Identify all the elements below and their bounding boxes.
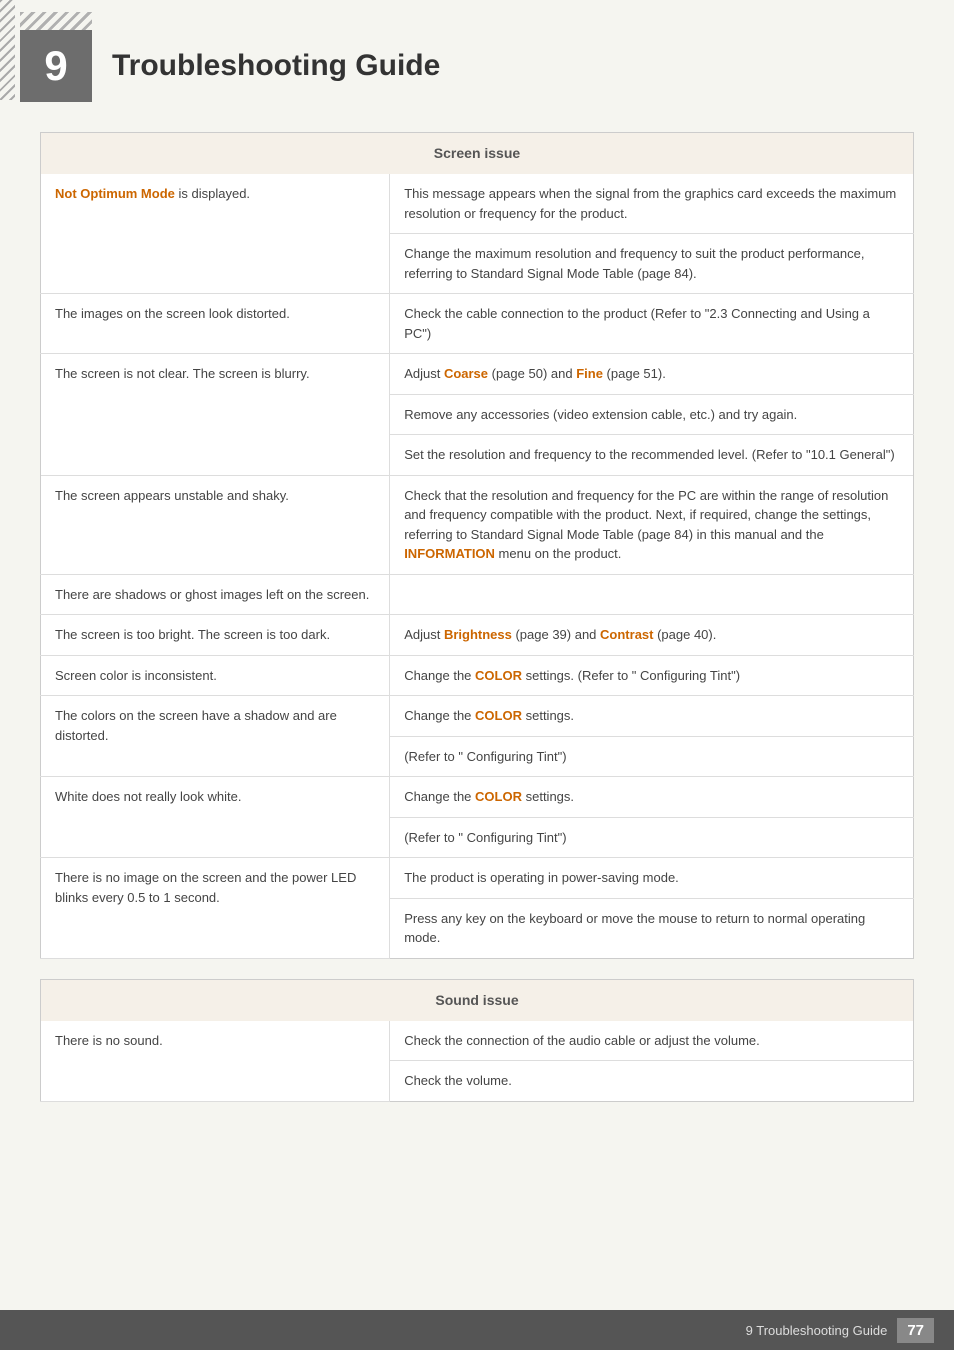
solution-text: Change the maximum resolution and freque…	[404, 246, 864, 281]
problem-cell: There is no image on the screen and the …	[41, 858, 390, 959]
problem-cell: The screen is not clear. The screen is b…	[41, 354, 390, 476]
problem-cell: The screen appears unstable and shaky.	[41, 475, 390, 574]
problem-cell: Not Optimum Mode is displayed.	[41, 174, 390, 294]
table-row: The colors on the screen have a shadow a…	[41, 696, 914, 737]
highlight-information: INFORMATION	[404, 546, 495, 561]
solution-cell	[390, 574, 914, 615]
footer-label: 9 Troubleshooting Guide	[746, 1323, 888, 1338]
highlight-not-optimum: Not Optimum Mode	[55, 186, 175, 201]
solution-cell: Adjust Coarse (page 50) and Fine (page 5…	[390, 354, 914, 395]
solution-cell: Check the volume.	[390, 1061, 914, 1102]
page-header: 9 Troubleshooting Guide	[0, 0, 954, 122]
problem-cell: There is no sound.	[41, 1021, 390, 1102]
problem-text: White does not really look white.	[55, 789, 241, 804]
problem-text: Screen color is inconsistent.	[55, 668, 217, 683]
solution-text: Change the COLOR settings. (Refer to " C…	[404, 668, 740, 683]
solution-text: Press any key on the keyboard or move th…	[404, 911, 865, 946]
problem-text: The screen is too bright. The screen is …	[55, 627, 330, 642]
solution-text: (Refer to " Configuring Tint")	[404, 830, 566, 845]
solution-text: This message appears when the signal fro…	[404, 186, 896, 221]
problem-text: There are shadows or ghost images left o…	[55, 587, 369, 602]
highlight-color: COLOR	[475, 789, 522, 804]
solution-text: Remove any accessories (video extension …	[404, 407, 797, 422]
solution-text: Check the volume.	[404, 1073, 512, 1088]
solution-text: Check that the resolution and frequency …	[404, 488, 888, 562]
screen-issue-header: Screen issue	[41, 133, 914, 175]
table-row: Not Optimum Mode is displayed. This mess…	[41, 174, 914, 234]
solution-text: (Refer to " Configuring Tint")	[404, 749, 566, 764]
solution-text: Check the cable connection to the produc…	[404, 306, 870, 341]
highlight-coarse: Coarse	[444, 366, 488, 381]
solution-cell: Check that the resolution and frequency …	[390, 475, 914, 574]
problem-text: The images on the screen look distorted.	[55, 306, 290, 321]
solution-text: The product is operating in power-saving…	[404, 870, 679, 885]
problem-cell: The screen is too bright. The screen is …	[41, 615, 390, 656]
problem-text: The colors on the screen have a shadow a…	[55, 708, 337, 743]
solution-cell: Remove any accessories (video extension …	[390, 394, 914, 435]
problem-cell: White does not really look white.	[41, 777, 390, 858]
problem-cell: Screen color is inconsistent.	[41, 655, 390, 696]
screen-issue-table: Screen issue Not Optimum Mode is display…	[40, 132, 914, 959]
table-row: The screen is not clear. The screen is b…	[41, 354, 914, 395]
solution-cell: Press any key on the keyboard or move th…	[390, 898, 914, 958]
solution-text: Change the COLOR settings.	[404, 789, 574, 804]
table-row: There is no image on the screen and the …	[41, 858, 914, 899]
solution-text: Change the COLOR settings.	[404, 708, 574, 723]
problem-cell: The colors on the screen have a shadow a…	[41, 696, 390, 777]
highlight-contrast: Contrast	[600, 627, 653, 642]
solution-cell: Set the resolution and frequency to the …	[390, 435, 914, 476]
highlight-color: COLOR	[475, 668, 522, 683]
solution-cell: (Refer to " Configuring Tint")	[390, 736, 914, 777]
table-row: There are shadows or ghost images left o…	[41, 574, 914, 615]
sound-issue-table: Sound issue There is no sound. Check the…	[40, 979, 914, 1102]
solution-text: Adjust Brightness (page 39) and Contrast…	[404, 627, 716, 642]
table-row: The images on the screen look distorted.…	[41, 294, 914, 354]
table-row: There is no sound. Check the connection …	[41, 1021, 914, 1061]
chapter-number: 9	[44, 42, 67, 90]
page-title: Troubleshooting Guide	[112, 49, 440, 83]
problem-text: There is no sound.	[55, 1033, 163, 1048]
solution-cell: Change the maximum resolution and freque…	[390, 234, 914, 294]
solution-cell: (Refer to " Configuring Tint")	[390, 817, 914, 858]
solution-cell: Change the COLOR settings.	[390, 696, 914, 737]
table-row: The screen is too bright. The screen is …	[41, 615, 914, 656]
solution-text: Check the connection of the audio cable …	[404, 1033, 760, 1048]
solution-cell: Adjust Brightness (page 39) and Contrast…	[390, 615, 914, 656]
solution-text: Set the resolution and frequency to the …	[404, 447, 895, 462]
problem-cell: The images on the screen look distorted.	[41, 294, 390, 354]
table-row: White does not really look white. Change…	[41, 777, 914, 818]
highlight-fine: Fine	[576, 366, 603, 381]
solution-cell: Change the COLOR settings.	[390, 777, 914, 818]
solution-cell: Check the cable connection to the produc…	[390, 294, 914, 354]
solution-cell: Check the connection of the audio cable …	[390, 1021, 914, 1061]
problem-text: There is no image on the screen and the …	[55, 870, 356, 905]
problem-cell: There are shadows or ghost images left o…	[41, 574, 390, 615]
solution-text: Adjust Coarse (page 50) and Fine (page 5…	[404, 366, 666, 381]
problem-text: The screen appears unstable and shaky.	[55, 488, 289, 503]
page-footer: 9 Troubleshooting Guide 77	[0, 1310, 954, 1350]
solution-cell: The product is operating in power-saving…	[390, 858, 914, 899]
main-content: Screen issue Not Optimum Mode is display…	[0, 122, 954, 1182]
table-row: Screen color is inconsistent. Change the…	[41, 655, 914, 696]
solution-cell: Change the COLOR settings. (Refer to " C…	[390, 655, 914, 696]
footer-page-number: 77	[897, 1318, 934, 1343]
solution-cell: This message appears when the signal fro…	[390, 174, 914, 234]
chapter-badge: 9	[20, 30, 92, 102]
highlight-color: COLOR	[475, 708, 522, 723]
sound-issue-header: Sound issue	[41, 979, 914, 1021]
problem-text: The screen is not clear. The screen is b…	[55, 366, 310, 381]
highlight-brightness: Brightness	[444, 627, 512, 642]
problem-text: Not Optimum Mode is displayed.	[55, 186, 250, 201]
